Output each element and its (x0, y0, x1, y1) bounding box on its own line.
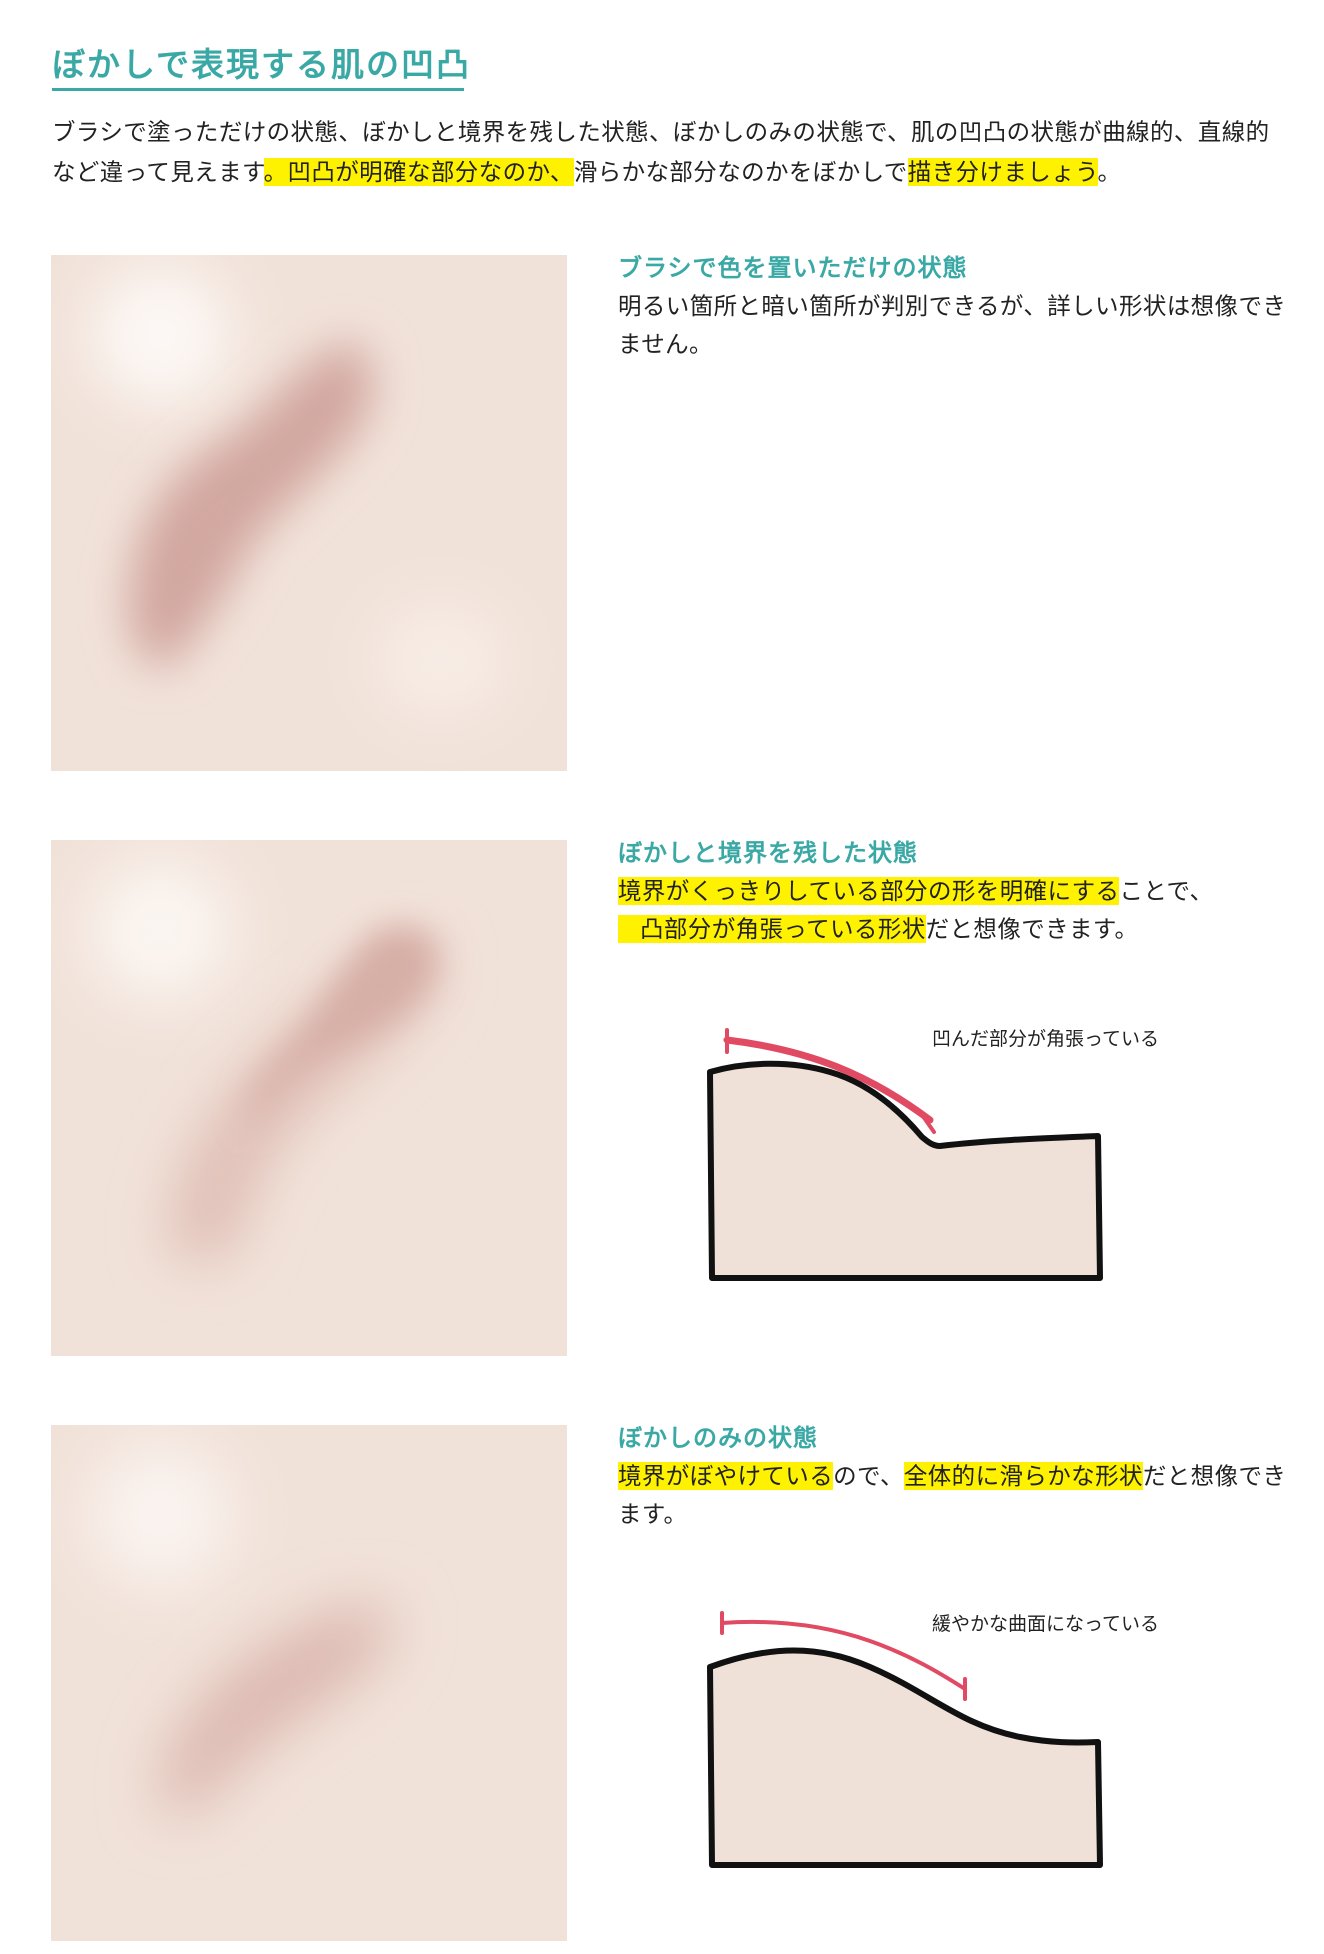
section-3-highlight-2: 全体的に滑らかな形状 (903, 1462, 1143, 1490)
intro-text-3: 。 (1097, 158, 1122, 186)
section-3-highlight-1: 境界がぼやけている (618, 1462, 834, 1490)
page-title: ぼかしで表現する肌の凹凸 (52, 45, 472, 84)
section-1-body: 明るい箇所と暗い箇所が判別できるが、詳しい形状は想像できません。 (618, 292, 1287, 358)
section-1-heading: ブラシで色を置いただけの状態 (618, 254, 968, 282)
section-3-heading: ぼかしのみの状態 (618, 1424, 818, 1452)
section-2-text-1: ことで、 (1119, 877, 1214, 905)
intro-highlight-2: 描き分けましょう (907, 158, 1098, 186)
section-2-text-2: だと想像できます。 (925, 915, 1139, 943)
diagram-smooth: 緩やかな曲面になっている (690, 1605, 1210, 1875)
section-2-heading: ぼかしと境界を残した状態 (618, 839, 918, 867)
sample-image-brush-only (51, 255, 567, 771)
section-3-text-1: ので、 (833, 1462, 904, 1490)
diagram-smooth-label: 緩やかな曲面になっている (932, 1613, 1160, 1635)
diagram-angular-label: 凹んだ部分が角張っている (932, 1028, 1160, 1050)
title-underline (52, 88, 464, 91)
section-2-highlight-1: 境界がくっきりしている部分の形を明確にする (618, 877, 1120, 905)
diagram-angular: 凹んだ部分が角張っている (690, 1020, 1210, 1290)
section-2-highlight-2: 凸部分が角張っている形状 (618, 915, 926, 943)
sample-image-blur-with-edges (51, 840, 567, 1356)
sample-image-blur-only (51, 1425, 567, 1941)
intro-text-2: 滑らかな部分なのかをぼかしで (573, 158, 908, 186)
intro-highlight-1: 。凹凸が明確な部分なのか、 (263, 158, 574, 186)
section-3-body: 境界がぼやけているので、全体的に滑らかな形状だと想像できます。 (618, 1457, 1298, 1533)
section-2-body: 境界がくっきりしている部分の形を明確にすることで、凸部分が角張っている形状だと想… (618, 872, 1298, 948)
intro-paragraph: ブラシで塗っただけの状態、ぼかしと境界を残した状態、ぼかしのみの状態で、肌の凹凸… (52, 112, 1292, 192)
